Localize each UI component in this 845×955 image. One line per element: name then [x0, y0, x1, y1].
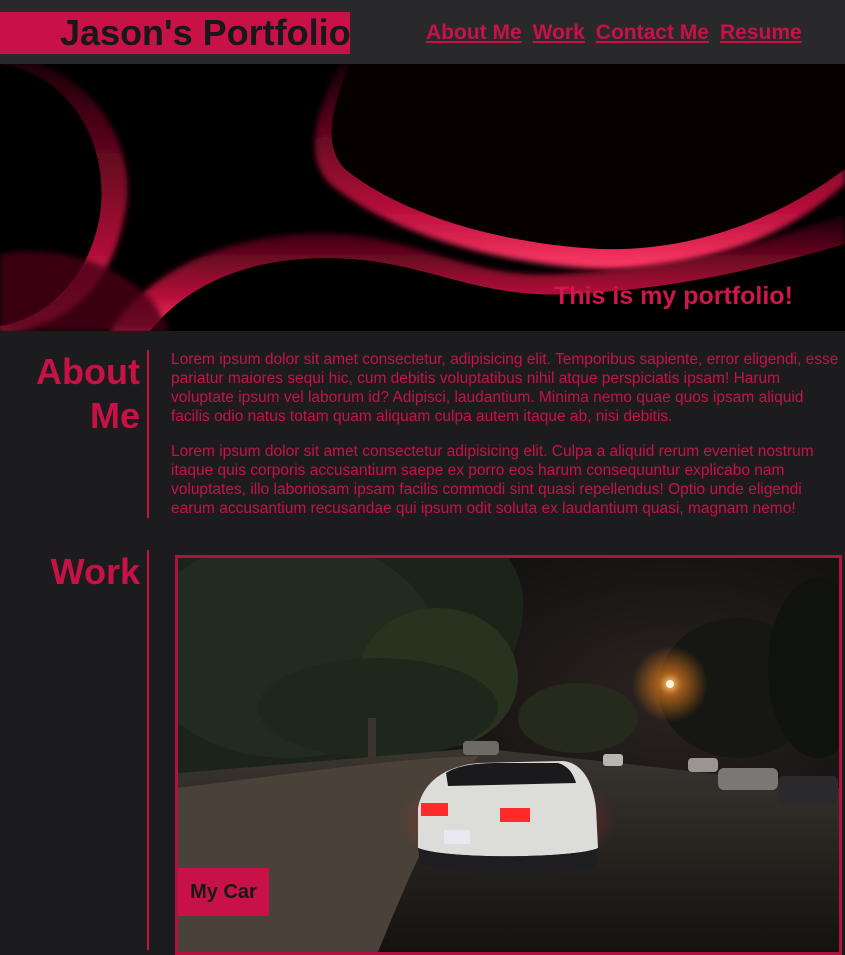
hero-tagline: This is my portfolio! — [554, 282, 793, 310]
work-divider — [147, 550, 149, 950]
site-header: Jason's Portfolio About Me Work Contact … — [0, 0, 845, 64]
site-title: Jason's Portfolio — [60, 12, 351, 53]
main-nav: About Me Work Contact Me Resume — [426, 20, 802, 46]
about-paragraph-2: Lorem ipsum dolor sit amet consectetur a… — [171, 443, 814, 517]
hero-banner: This is my portfolio! — [0, 64, 845, 331]
about-title: About Me — [36, 351, 140, 436]
nav-link-work[interactable]: Work — [533, 20, 585, 46]
nav-link-resume[interactable]: Resume — [720, 20, 802, 46]
nav-link-about-me[interactable]: About Me — [426, 20, 522, 46]
project-label[interactable]: My Car — [178, 868, 269, 916]
about-divider — [147, 350, 149, 518]
work-title: Work — [50, 551, 140, 592]
about-paragraph-1: Lorem ipsum dolor sit amet consectetur, … — [171, 351, 839, 425]
nav-link-contact-me[interactable]: Contact Me — [596, 20, 709, 46]
car-photo — [178, 558, 839, 952]
project-card-my-car[interactable]: My Car — [175, 555, 842, 955]
